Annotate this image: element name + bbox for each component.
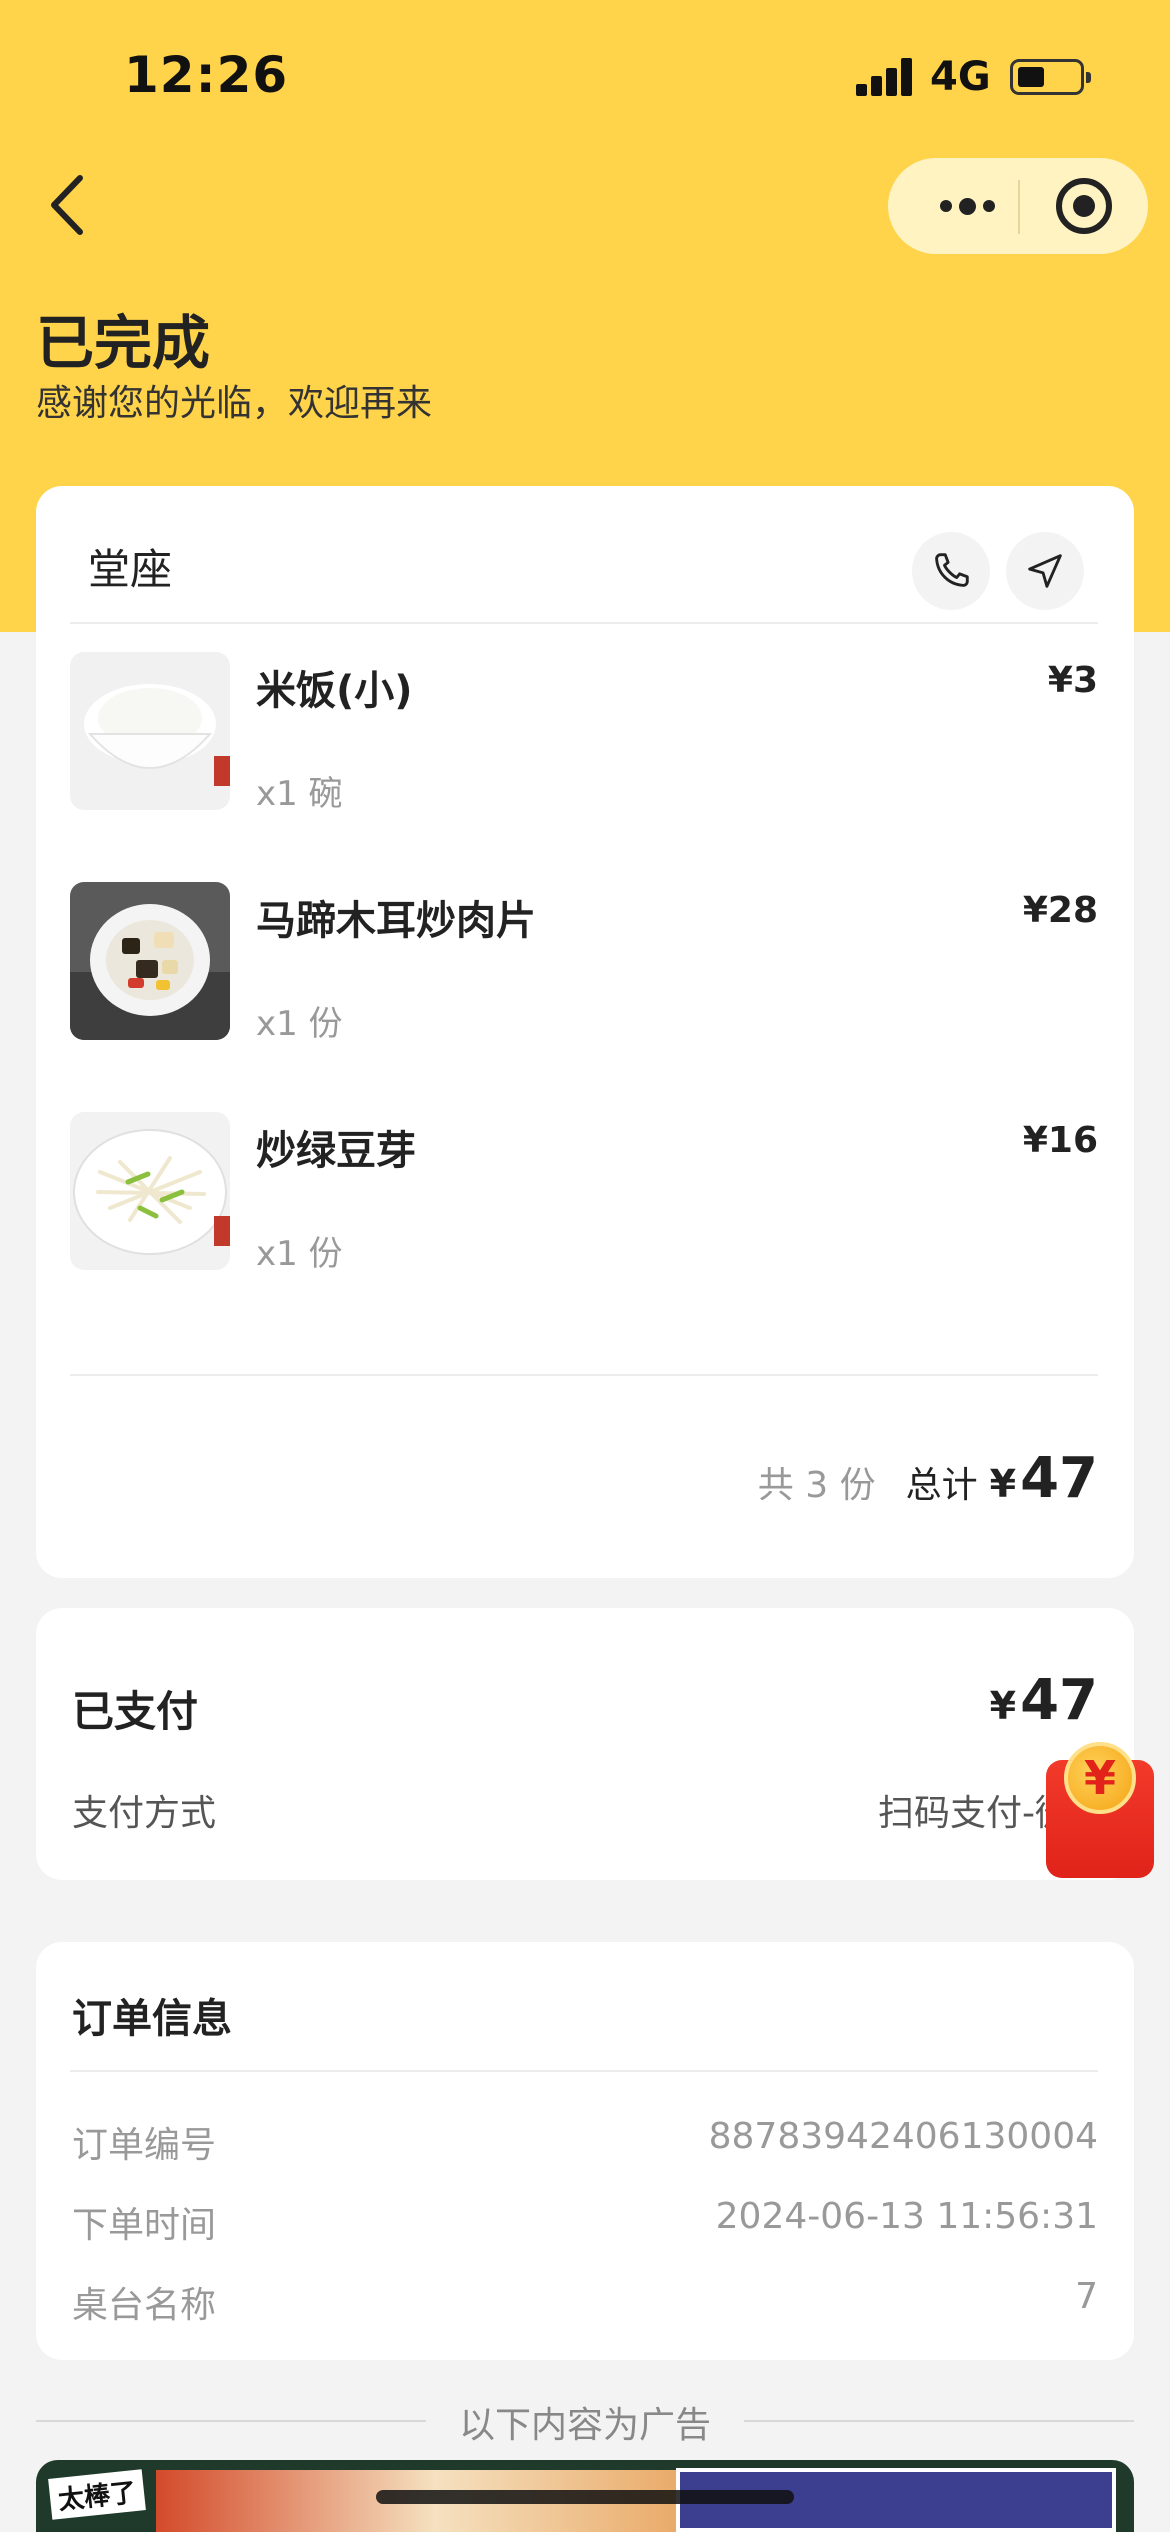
divider [70,2070,1098,2072]
order-type: 堂座 [88,545,173,594]
order-info-card: 订单信息 订单编号 88783942406130004 下单时间 2024-06… [36,1942,1134,2360]
order-info-title: 订单信息 [72,1996,232,2042]
total-label: 总计 [905,1465,978,1506]
item-count: 共 3 份 [757,1465,876,1506]
currency-symbol: ¥ [989,1462,1017,1506]
list-item[interactable]: 炒绿豆芽 x1 份 ¥16 [70,1112,1098,1274]
ad-divider: 以下内容为广告 [36,2396,1134,2446]
target-circle-icon[interactable] [1056,178,1112,234]
item-qty: x1 碗 [256,774,343,814]
ad-tag: 太棒了 [48,2469,146,2520]
page-subtitle: 感谢您的光临，欢迎再来 [36,383,433,424]
order-summary: 共 3 份 总计 ¥ 47 [758,1446,1098,1511]
item-price: ¥16 [1022,1120,1098,1161]
chevron-left-icon[interactable] [40,170,100,240]
bean-sprouts-image [70,1112,230,1270]
item-price: ¥3 [1047,660,1098,701]
battery-icon [1010,59,1091,95]
home-indicator[interactable] [376,2490,794,2504]
paid-amount: ¥ 47 [990,1668,1098,1733]
list-item[interactable]: 马蹄木耳炒肉片 x1 份 ¥28 [70,882,1098,1044]
currency-symbol: ¥ [989,1684,1017,1728]
rice-image [70,652,230,810]
info-value: 7 [1075,2276,1098,2317]
item-qty: x1 份 [256,1234,343,1274]
capsule-divider [1018,180,1020,234]
signal-icon [856,58,914,96]
ad-divider-text: 以下内容为广告 [458,2405,711,2446]
phone-icon[interactable] [912,532,990,610]
list-item[interactable]: 米饭(小) x1 碗 ¥3 [70,652,1098,814]
navigation-arrow-icon[interactable] [1006,532,1084,610]
item-name: 马蹄木耳炒肉片 [256,898,536,944]
stir-fry-pork-image [70,882,230,1040]
red-envelope-icon[interactable]: ¥ [1046,1742,1154,1878]
network-type: 4G [930,54,991,100]
divider [70,622,1098,624]
info-key: 订单编号 [72,2125,217,2166]
item-name: 炒绿豆芽 [256,1128,416,1174]
item-name: 米饭(小) [256,668,413,714]
mini-program-capsule [888,158,1148,254]
info-key: 桌台名称 [72,2285,217,2326]
more-dots-icon[interactable] [922,184,1012,228]
status-bar: 12:26 4G [0,0,1170,150]
paid-value: 47 [1020,1668,1098,1733]
payment-method-label: 支付方式 [72,1793,217,1834]
paid-label: 已支付 [72,1687,199,1736]
item-qty: x1 份 [256,1004,343,1044]
payment-card: 已支付 ¥ 47 支付方式 扫码支付-微 [36,1608,1134,1880]
page-title: 已完成 [36,309,211,377]
info-value: 2024-06-13 11:56:31 [715,2196,1098,2237]
divider [70,1374,1098,1376]
info-value: 88783942406130004 [708,2116,1098,2157]
status-time: 12:26 [124,46,289,104]
order-card: 堂座 米饭(小) x1 碗 ¥3 马蹄木耳炒肉片 x1 份 ¥28 炒绿豆芽 x… [36,486,1134,1578]
info-key: 下单时间 [72,2205,217,2246]
total-amount: 47 [1020,1446,1098,1511]
item-price: ¥28 [1022,890,1098,931]
